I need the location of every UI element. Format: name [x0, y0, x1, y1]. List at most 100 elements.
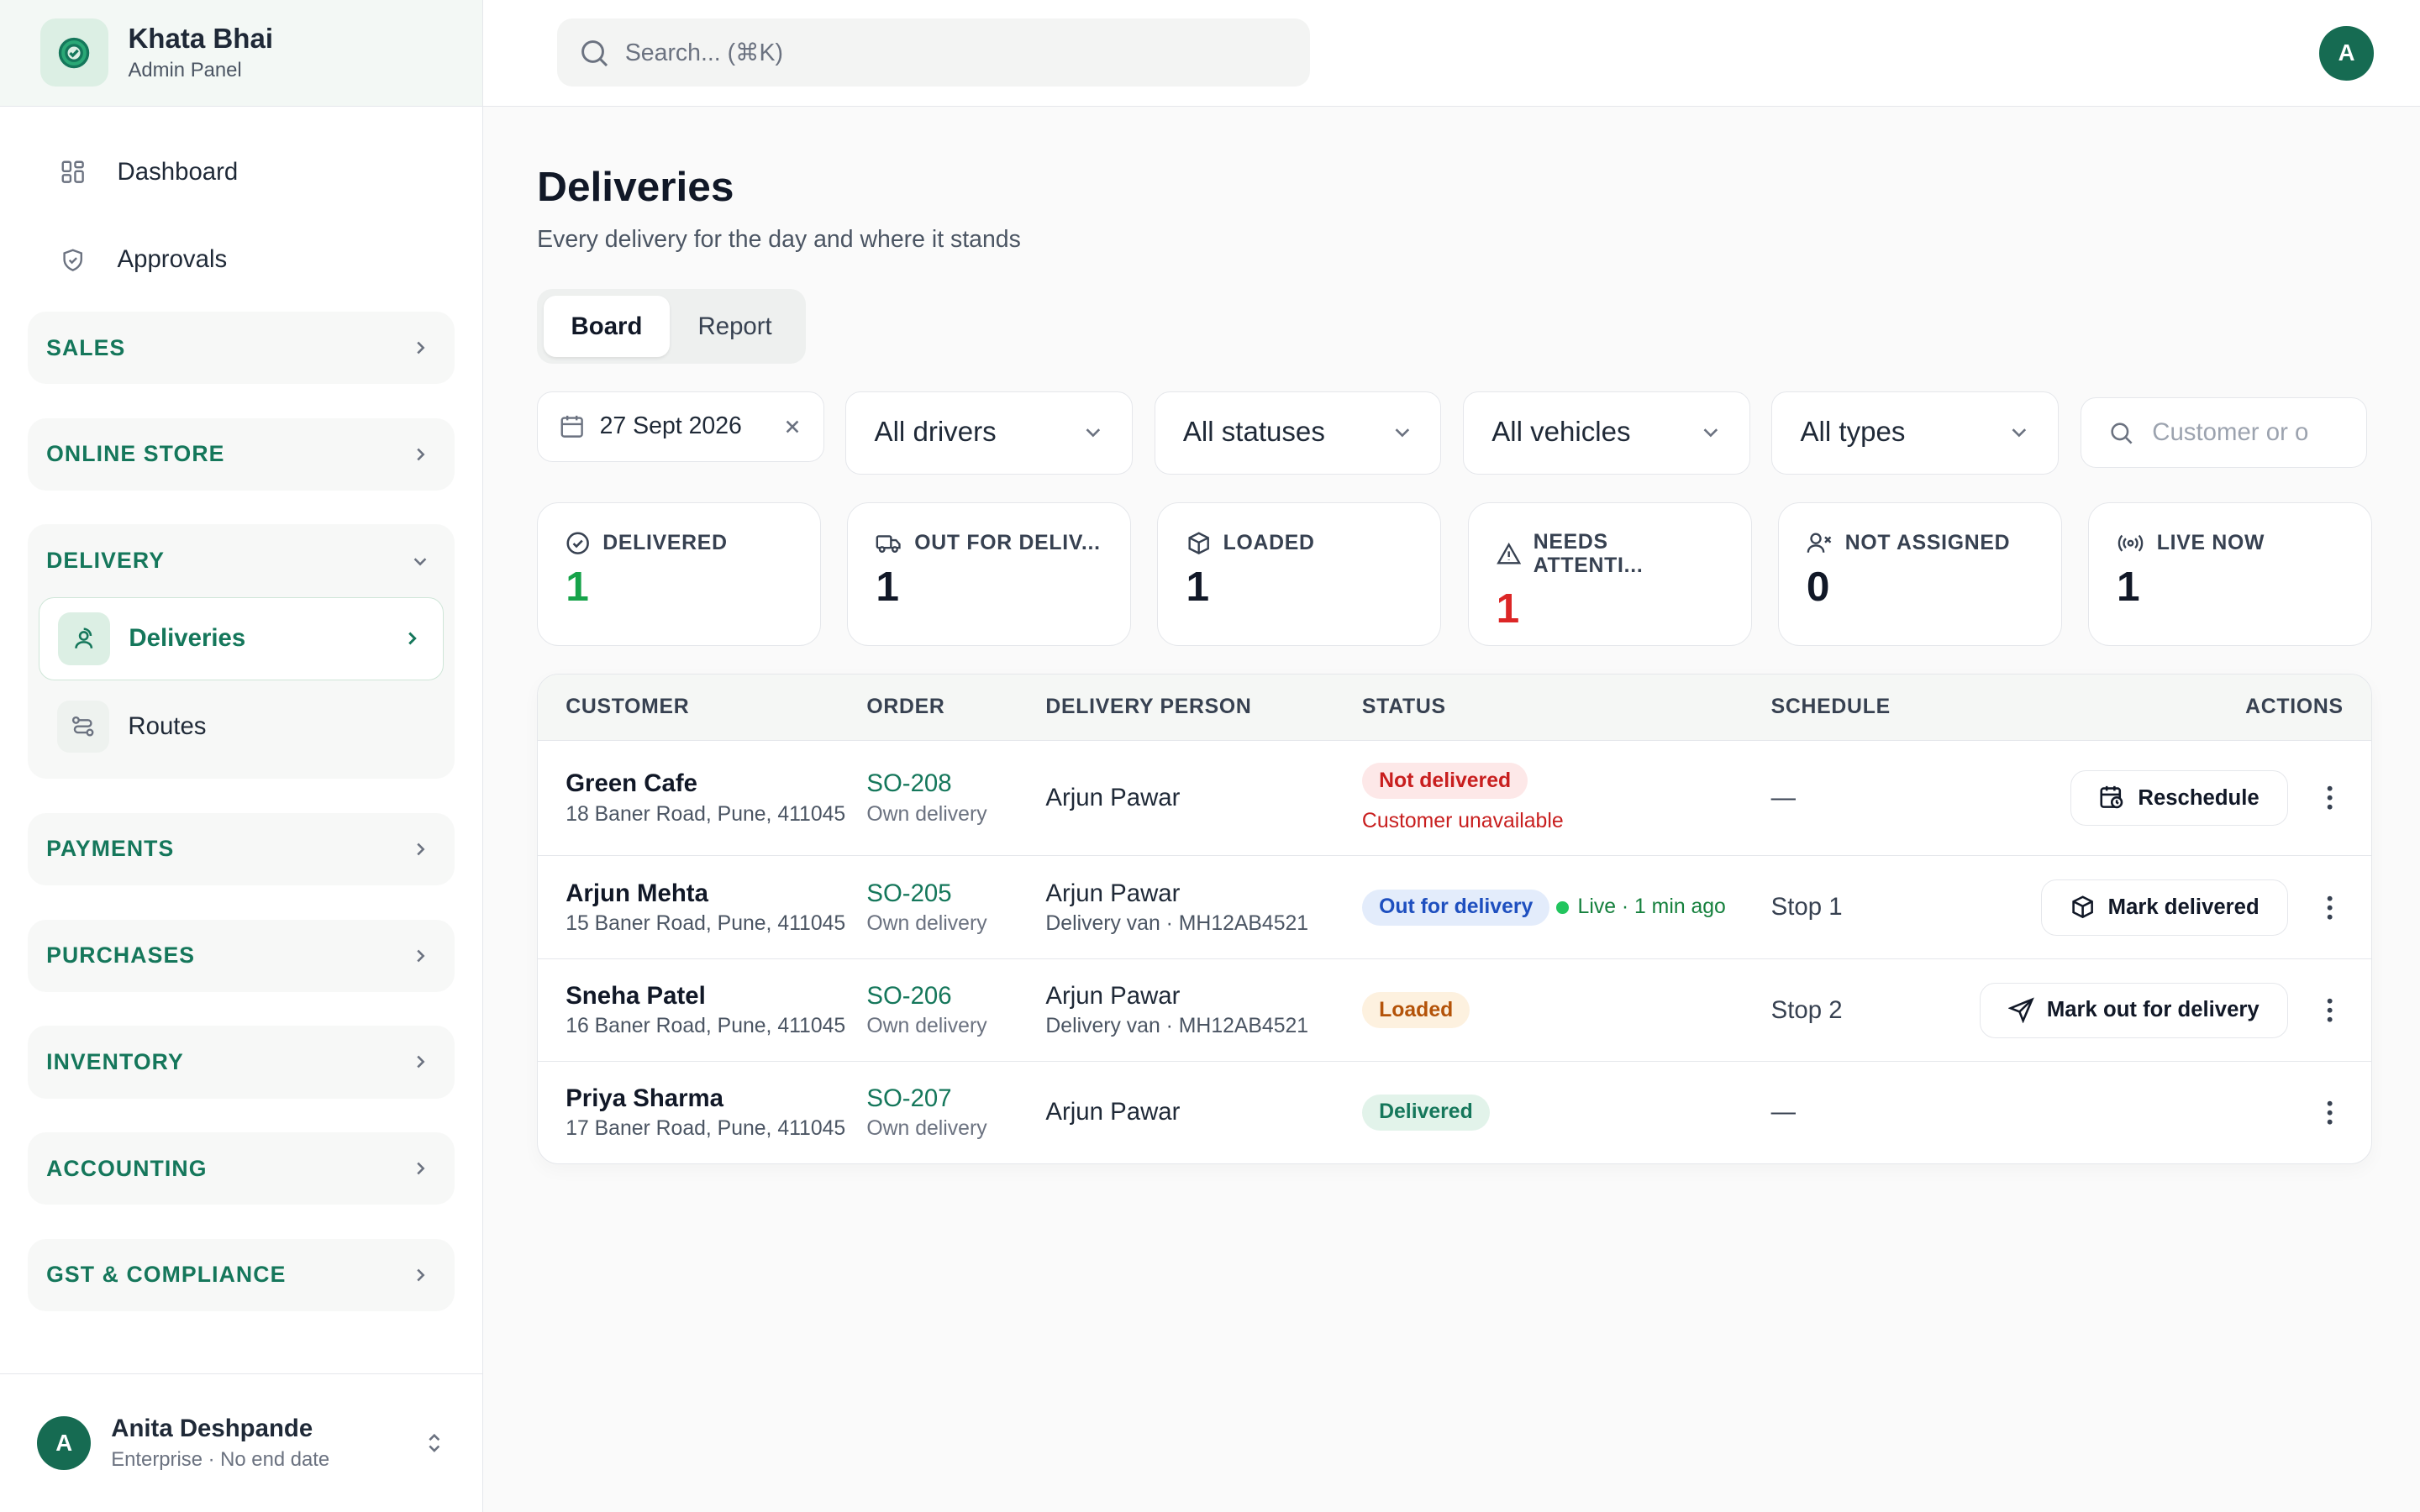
stat-card-delivered[interactable]: DELIVERED 1	[537, 501, 822, 646]
brand-logo-icon	[39, 18, 108, 87]
order-link[interactable]: SO-207	[866, 1084, 1045, 1113]
stat-label: DELIVERED	[602, 531, 728, 554]
live-text: Live · 1 min ago	[1577, 895, 1726, 919]
stat-card-not-assigned[interactable]: NOT ASSIGNED 0	[1777, 501, 2062, 646]
status-reason: Customer unavailable	[1361, 809, 1564, 832]
nav-group-delivery: DELIVERY Deliveries Routes	[28, 524, 455, 780]
column-header-schedule[interactable]: SCHEDULE	[1771, 696, 1938, 719]
alert-triangle-icon	[1496, 542, 1521, 566]
stat-value: 1	[876, 562, 899, 610]
nav-group-online-store[interactable]: ONLINE STORE	[28, 417, 455, 491]
stat-label: LOADED	[1223, 531, 1315, 554]
nav-group-delivery-header[interactable]: DELIVERY	[28, 524, 455, 596]
row-menu-icon[interactable]	[2314, 785, 2345, 810]
stats-row: DELIVERED 1 OUT FOR DELIV... 1 LOADED 1 …	[537, 501, 2372, 646]
order-type: Own delivery	[866, 1015, 987, 1038]
chevron-down-icon	[414, 557, 427, 566]
table-header: CUSTOMER ORDER DELIVERY PERSON STATUS SC…	[538, 674, 2371, 741]
table-row[interactable]: Priya Sharma 17 Baner Road, Pune, 411045…	[538, 1062, 2371, 1163]
nav-group-accounting-label: ACCOUNTING	[46, 1155, 208, 1181]
topbar: Search... (⌘K) A	[482, 0, 2420, 107]
column-header-customer[interactable]: CUSTOMER	[538, 696, 866, 719]
chevron-right-icon	[417, 448, 425, 461]
drivers-select[interactable]: All drivers	[845, 391, 1134, 475]
schedule-value: —	[1770, 1098, 1797, 1126]
sidebar-item-deliveries[interactable]: Deliveries	[38, 596, 444, 680]
nav-group-purchases[interactable]: PURCHASES	[28, 919, 455, 992]
tab-report[interactable]: Report	[670, 296, 799, 357]
mark-delivered-button-label: Mark delivered	[2107, 895, 2260, 919]
stat-card-live-now[interactable]: LIVE NOW 1	[2087, 501, 2372, 646]
statuses-select[interactable]: All statuses	[1154, 391, 1442, 475]
table-row[interactable]: Arjun Mehta 15 Baner Road, Pune, 411045 …	[538, 856, 2371, 960]
drivers-select-value: All drivers	[874, 417, 997, 449]
global-search-placeholder: Search... (⌘K)	[624, 39, 783, 66]
row-menu-icon[interactable]	[2314, 1100, 2345, 1125]
order-type: Own delivery	[866, 802, 987, 826]
reschedule-button[interactable]: Reschedule	[2070, 769, 2288, 827]
types-select-value: All types	[1800, 417, 1906, 449]
tab-board[interactable]: Board	[543, 295, 671, 358]
page-title: Deliveries	[537, 162, 734, 210]
delivery-person: Arjun Pawar	[1045, 981, 1181, 1010]
mark-out-for-delivery-button[interactable]: Mark out for delivery	[1979, 982, 2288, 1038]
nav-group-payments[interactable]: PAYMENTS	[28, 812, 455, 886]
customer-search-input[interactable]: Customer or o	[2080, 396, 2368, 469]
global-search-input[interactable]: Search... (⌘K)	[557, 18, 1311, 87]
date-filter[interactable]: 27 Sept 2026	[537, 391, 824, 463]
chevron-down-icon	[1395, 428, 1409, 438]
delivery-person: Arjun Pawar	[1045, 1098, 1181, 1126]
nav-group-accounting[interactable]: ACCOUNTING	[28, 1131, 455, 1205]
nav-group-gst[interactable]: GST & COMPLIANCE	[28, 1238, 455, 1311]
customer-address: 15 Baner Road, Pune, 411045	[566, 912, 846, 936]
brand-subtitle: Admin Panel	[128, 58, 242, 81]
nav-dashboard[interactable]: Dashboard	[28, 128, 455, 216]
top-avatar[interactable]: A	[2319, 26, 2374, 81]
order-link[interactable]: SO-206	[866, 982, 1045, 1011]
schedule-value: —	[1770, 784, 1797, 812]
stat-value: 1	[1186, 562, 1210, 610]
chevron-right-icon	[417, 1268, 425, 1282]
chevron-right-icon	[417, 1162, 425, 1175]
stat-value: 1	[2116, 562, 2140, 610]
nav-group-purchases-label: PURCHASES	[46, 942, 196, 969]
nav-group-inventory-label: INVENTORY	[46, 1048, 184, 1074]
nav-approvals[interactable]: Approvals	[28, 216, 455, 304]
table-row[interactable]: Green Cafe 18 Baner Road, Pune, 411045 S…	[538, 741, 2371, 857]
user-menu[interactable]: A Anita Deshpande Enterprise · No end da…	[0, 1373, 482, 1512]
stat-card-out-for-delivery[interactable]: OUT FOR DELIV... 1	[847, 501, 1132, 646]
stat-card-loaded[interactable]: LOADED 1	[1157, 501, 1442, 646]
row-menu-icon[interactable]	[2314, 998, 2345, 1022]
grid-icon	[59, 158, 87, 186]
vehicle-info: Delivery van · MH12AB4521	[1045, 912, 1309, 936]
column-header-order[interactable]: ORDER	[866, 696, 1045, 719]
view-tabs: Board Report	[537, 289, 807, 364]
stat-value: 1	[566, 562, 589, 610]
customer-address: 16 Baner Road, Pune, 411045	[566, 1015, 846, 1038]
mark-out-for-delivery-button-label: Mark out for delivery	[2046, 998, 2260, 1022]
nav-group-sales[interactable]: SALES	[28, 311, 455, 385]
nav-dashboard-label: Dashboard	[117, 157, 239, 186]
vehicles-select[interactable]: All vehicles	[1463, 391, 1750, 475]
statuses-select-value: All statuses	[1182, 417, 1325, 449]
nav-group-inventory[interactable]: INVENTORY	[28, 1026, 455, 1099]
stat-card-needs-attention[interactable]: NEEDS ATTENTI... 1	[1467, 501, 1752, 646]
sidebar-item-routes[interactable]: Routes	[39, 685, 444, 768]
user-plan: Enterprise · No end date	[111, 1447, 330, 1471]
row-menu-icon[interactable]	[2314, 895, 2345, 920]
column-header-status[interactable]: STATUS	[1362, 696, 1771, 719]
delivery-person: Arjun Pawar	[1045, 784, 1181, 812]
reschedule-button-label: Reschedule	[2138, 785, 2260, 810]
clear-icon[interactable]	[783, 417, 802, 436]
mark-delivered-button[interactable]: Mark delivered	[2040, 879, 2288, 936]
types-select[interactable]: All types	[1771, 391, 2060, 475]
live-indicator: Live · 1 min ago	[1555, 895, 1726, 919]
schedule-value: Stop 2	[1770, 995, 1843, 1024]
chevron-down-icon	[1086, 428, 1101, 438]
column-header-delivery-person[interactable]: DELIVERY PERSON	[1045, 696, 1362, 719]
order-link[interactable]: SO-208	[866, 769, 1045, 798]
brand-header[interactable]: Khata Bhai Admin Panel	[0, 0, 482, 107]
table-row[interactable]: Sneha Patel 16 Baner Road, Pune, 411045 …	[538, 959, 2371, 1062]
status-badge: Loaded	[1361, 992, 1470, 1028]
order-link[interactable]: SO-205	[866, 879, 1045, 908]
